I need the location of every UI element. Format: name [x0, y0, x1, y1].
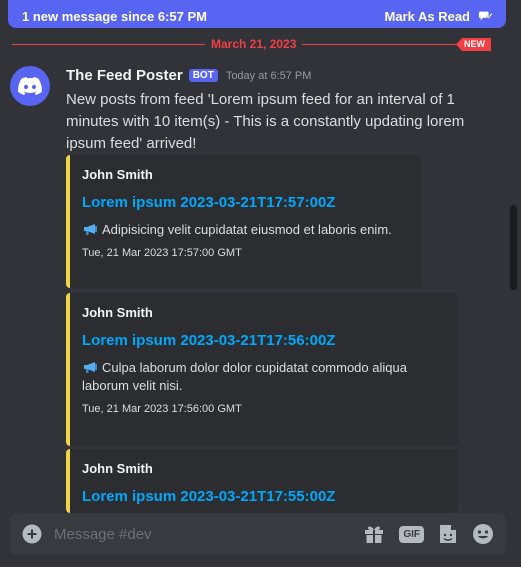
- sticker-icon[interactable]: [438, 523, 458, 545]
- message-input[interactable]: [52, 524, 364, 544]
- embed-description: Adipisicing velit cupidatat eiusmod et l…: [82, 221, 408, 239]
- new-messages-text: 1 new message since 6:57 PM: [22, 8, 207, 24]
- embed-footer: Tue, 21 Mar 2023 17:57:00 GMT: [82, 247, 242, 259]
- embed-author: John Smith: [82, 305, 153, 320]
- embed-description: Culpa laborum dolor dolor cupidatat comm…: [82, 359, 444, 395]
- embed-description-text: Adipisicing velit cupidatat eiusmod et l…: [102, 222, 392, 237]
- gift-icon[interactable]: [363, 523, 385, 545]
- embed-card: John Smith Lorem ipsum 2023-03-21T17:57:…: [66, 155, 422, 288]
- mark-read-icon: [478, 11, 492, 21]
- scrollbar-thumb[interactable]: [510, 205, 517, 290]
- embed-title-link[interactable]: Lorem ipsum 2023-03-21T17:57:00Z: [82, 194, 408, 211]
- megaphone-icon: [84, 224, 97, 235]
- embed-author: John Smith: [82, 461, 153, 476]
- embed-title-link[interactable]: Lorem ipsum 2023-03-21T17:55:00Z: [82, 488, 444, 505]
- embed-footer: Tue, 21 Mar 2023 17:56:00 GMT: [82, 403, 242, 415]
- mark-as-read-button[interactable]: Mark As Read: [384, 8, 492, 24]
- message-timestamp: Today at 6:57 PM: [225, 69, 312, 82]
- avatar[interactable]: [10, 66, 50, 106]
- megaphone-icon: [84, 362, 97, 373]
- mark-as-read-label: Mark As Read: [384, 8, 471, 24]
- new-messages-bar[interactable]: 1 new message since 6:57 PM Mark As Read: [8, 0, 506, 28]
- divider-date: March 21, 2023: [205, 37, 303, 51]
- message-content: New posts from feed 'Lorem ipsum feed fo…: [66, 91, 465, 152]
- message-header: The Feed Poster BOT Today at 6:57 PM: [66, 67, 311, 84]
- message-author[interactable]: The Feed Poster: [66, 67, 183, 84]
- add-attachment-icon[interactable]: [22, 524, 42, 544]
- composer-tools: GIF: [363, 523, 494, 545]
- new-badge: NEW: [456, 38, 491, 51]
- message-composer: GIF: [10, 513, 506, 555]
- embed-title-link[interactable]: Lorem ipsum 2023-03-21T17:56:00Z: [82, 332, 444, 349]
- embed-card: John Smith Lorem ipsum 2023-03-21T17:56:…: [66, 293, 458, 446]
- embed-card: John Smith Lorem ipsum 2023-03-21T17:55:…: [66, 449, 458, 513]
- gif-button[interactable]: GIF: [399, 525, 424, 543]
- embed-description-text: Culpa laborum dolor dolor cupidatat comm…: [82, 360, 407, 393]
- bot-badge: BOT: [188, 69, 218, 82]
- discord-logo-icon: [18, 77, 42, 95]
- emoji-icon[interactable]: [472, 523, 494, 545]
- embed-author: John Smith: [82, 167, 153, 182]
